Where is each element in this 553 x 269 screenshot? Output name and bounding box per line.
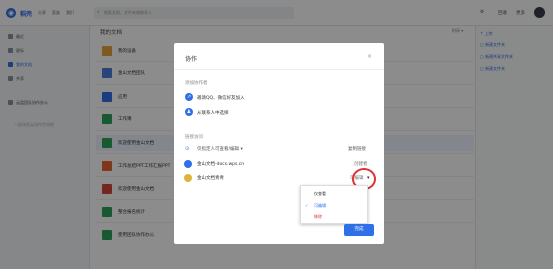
lock-icon: ⊙ [185, 146, 190, 152]
check-icon: ✓ [305, 203, 309, 208]
access-setting-dropdown[interactable]: 仅指定人可查看/编辑 ▾ [197, 146, 243, 152]
member-name: 金山文档-docs.wps.cn [197, 162, 245, 167]
option-can-edit[interactable]: 可编辑 [314, 203, 326, 209]
qq-invite-icon: ↗ [185, 93, 193, 101]
option-remove[interactable]: 移除 [314, 214, 322, 220]
member-role: 创建者 [354, 162, 368, 167]
member-avatar [184, 174, 192, 182]
contacts-icon: ♟ [185, 108, 193, 116]
role-dropdown-menu [300, 185, 368, 224]
copy-link-button[interactable]: 复制链接 [348, 146, 366, 152]
member-avatar [184, 160, 192, 168]
section-add-collaborators: 添加协作者 [185, 81, 208, 86]
dialog-title: 协作 [185, 56, 198, 63]
section-link-access: 链接访问 [185, 135, 203, 140]
member-name: 金山文档青青 [197, 176, 224, 181]
divider [174, 69, 384, 70]
close-icon[interactable]: × [367, 53, 372, 60]
option-view-only[interactable]: 仅查看 [314, 191, 326, 197]
invite-qq-button[interactable]: 邀请QQ、微信好友加入 [197, 95, 245, 101]
done-button[interactable]: 完成 [344, 224, 374, 236]
from-contacts-button[interactable]: 从联系人中选择 [197, 110, 229, 116]
